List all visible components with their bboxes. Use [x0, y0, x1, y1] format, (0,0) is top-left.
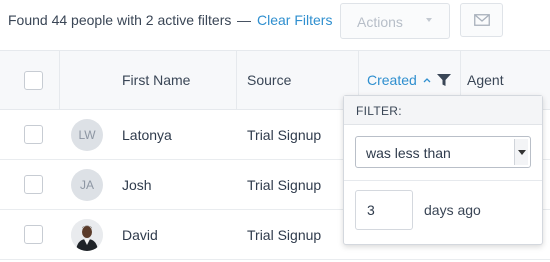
email-button[interactable]	[460, 3, 503, 37]
filter-icon[interactable]	[437, 74, 451, 87]
cell-first-name[interactable]: Latonya	[122, 127, 172, 143]
avatar: JA	[71, 169, 103, 201]
results-toolbar: Found 44 people with 2 active filters — …	[0, 0, 550, 44]
actions-label: Actions	[357, 14, 403, 30]
avatar: LW	[71, 119, 103, 151]
filter-popover-header: FILTER:	[344, 96, 542, 125]
column-divider	[59, 51, 60, 111]
column-header-source[interactable]: Source	[247, 72, 291, 88]
row-checkbox[interactable]	[24, 225, 43, 244]
filter-unit-label: days ago	[424, 202, 481, 218]
summary-separator: —	[237, 12, 251, 28]
filter-value-input[interactable]: 3	[355, 190, 413, 230]
column-header-agent[interactable]: Agent	[467, 72, 504, 88]
row-checkbox[interactable]	[24, 125, 43, 144]
cell-first-name[interactable]: David	[122, 227, 158, 243]
select-arrow-icon	[514, 139, 528, 165]
column-divider	[236, 51, 237, 111]
filter-title: FILTER:	[356, 104, 402, 118]
filter-divider	[344, 180, 542, 181]
filter-condition-value: was less than	[366, 145, 451, 161]
created-label: Created	[367, 72, 417, 88]
filter-value: 3	[367, 202, 375, 218]
column-header-created[interactable]: Created	[367, 72, 431, 88]
cell-source: Trial Signup	[247, 177, 322, 193]
cell-source: Trial Signup	[247, 127, 322, 143]
filter-popover: FILTER: was less than 3 days ago	[343, 95, 543, 245]
select-all-checkbox[interactable]	[24, 71, 43, 90]
clear-filters-link[interactable]: Clear Filters	[257, 12, 332, 28]
filter-condition-select[interactable]: was less than	[355, 136, 531, 168]
envelope-icon	[474, 14, 490, 26]
actions-dropdown[interactable]: Actions	[340, 3, 450, 39]
results-summary: Found 44 people with 2 active filters	[8, 12, 232, 28]
avatar	[71, 219, 103, 251]
cell-first-name[interactable]: Josh	[122, 177, 152, 193]
column-header-first-name[interactable]: First Name	[122, 72, 190, 88]
cell-source: Trial Signup	[247, 227, 322, 243]
row-checkbox[interactable]	[24, 175, 43, 194]
sort-ascending-icon	[423, 78, 431, 83]
user-photo-icon	[71, 219, 103, 251]
chevron-down-icon	[426, 18, 432, 22]
